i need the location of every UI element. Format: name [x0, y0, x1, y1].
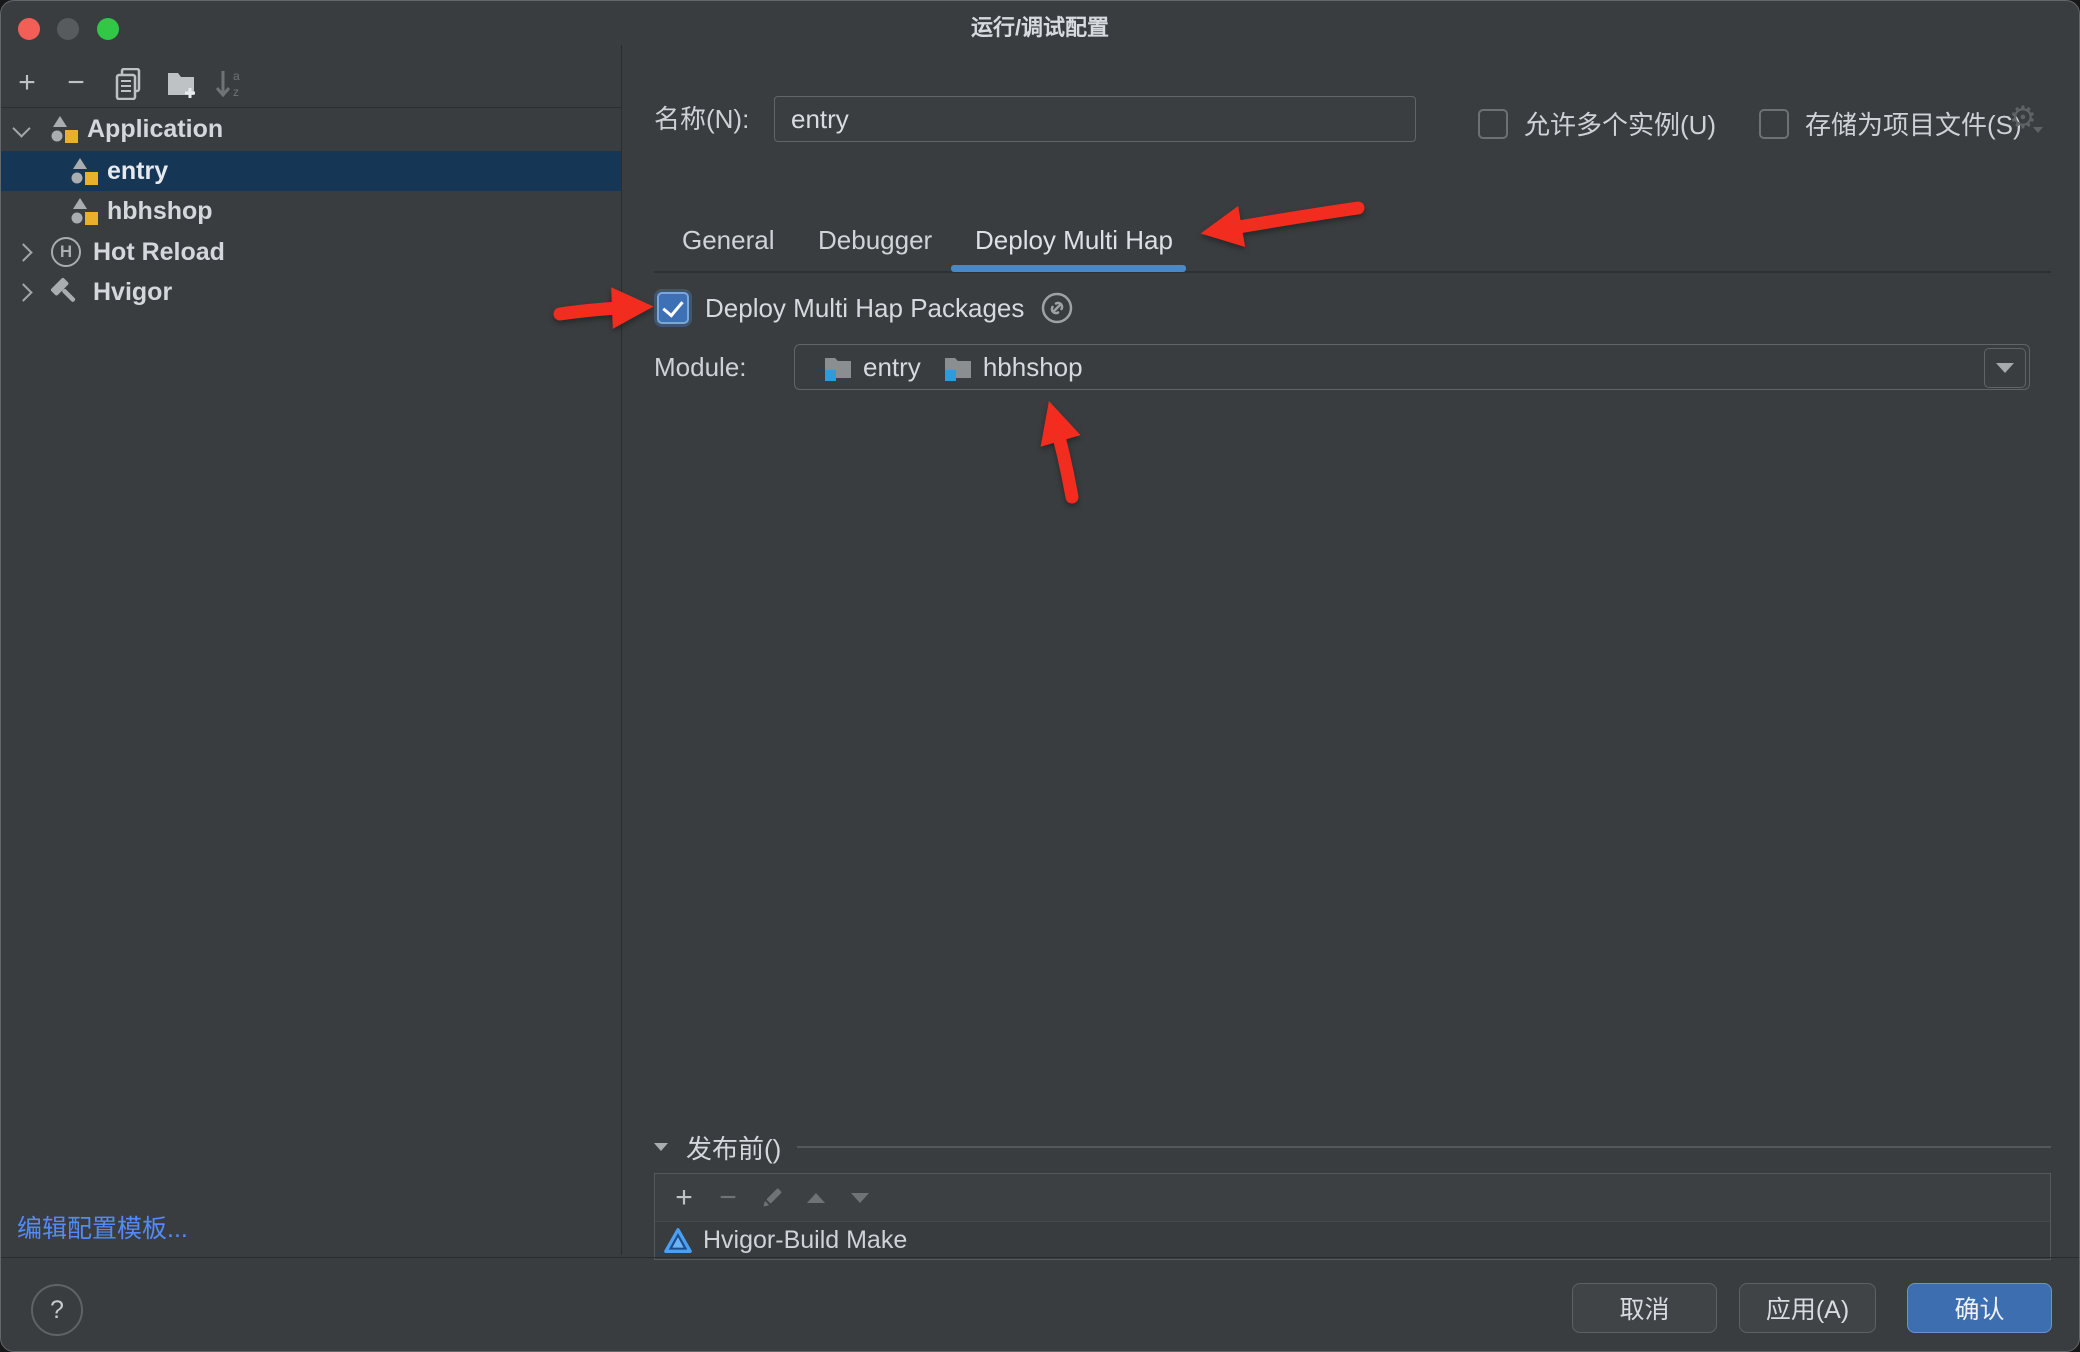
apply-button[interactable]: 应用(A): [1739, 1283, 1876, 1333]
hvigor-build-icon: [663, 1226, 693, 1256]
run-debug-config-dialog: 运行/调试配置 + − az Application entry hbhshop…: [0, 0, 2080, 1352]
store-as-project-file-label: 存储为项目文件(S): [1805, 105, 2022, 142]
edit-task-button[interactable]: [757, 1183, 787, 1213]
plus-icon: +: [675, 1181, 693, 1215]
new-folder-icon: [166, 69, 198, 99]
close-traffic-light[interactable]: [18, 18, 40, 40]
copy-icon: [114, 68, 144, 100]
zoom-traffic-light[interactable]: [97, 18, 119, 40]
tree-item-application[interactable]: Application: [1, 109, 621, 149]
svg-text:z: z: [233, 85, 239, 99]
tree-item-label: Hvigor: [93, 272, 172, 312]
add-configuration-button[interactable]: +: [10, 66, 44, 100]
store-as-project-file-option[interactable]: 存储为项目文件(S): [1759, 105, 2022, 142]
tree-item-label: hbhshop: [107, 191, 213, 231]
dialog-title: 运行/调试配置: [1, 1, 2079, 55]
sort-configurations-button[interactable]: az: [213, 67, 247, 101]
store-options-gear-button[interactable]: ⚙: [2009, 102, 2043, 133]
module-label: Module:: [654, 344, 747, 390]
help-button[interactable]: ?: [31, 1284, 83, 1336]
remove-configuration-button[interactable]: −: [59, 66, 93, 100]
allow-multiple-instances-label: 允许多个实例(U): [1524, 105, 1716, 142]
active-tab-underline: [951, 265, 1186, 272]
move-task-up-button[interactable]: [801, 1183, 831, 1213]
section-header-line: [797, 1146, 2051, 1148]
chevron-right-icon[interactable]: [14, 283, 32, 301]
footer-divider: [1, 1257, 2079, 1258]
tab-bar-divider: [654, 271, 2051, 273]
question-mark-icon: ?: [50, 1296, 64, 1325]
tab-debugger[interactable]: Debugger: [818, 209, 932, 271]
move-task-down-button[interactable]: [845, 1183, 875, 1213]
store-as-project-file-checkbox[interactable]: [1759, 109, 1789, 139]
before-launch-task-row[interactable]: Hvigor-Build Make: [655, 1222, 2050, 1259]
deploy-multi-hap-packages-label: Deploy Multi Hap Packages: [705, 293, 1024, 324]
triangle-up-icon: [807, 1193, 825, 1203]
triangle-down-icon: [851, 1193, 869, 1203]
svg-text:a: a: [233, 69, 240, 83]
module-item-hbhshop: hbhshop: [943, 352, 1083, 383]
help-link-icon[interactable]: [1040, 291, 1074, 325]
new-folder-button[interactable]: [165, 67, 199, 101]
hot-reload-letter: H: [60, 232, 72, 272]
cancel-button[interactable]: 取消: [1572, 1283, 1717, 1333]
task-label: Hvigor-Build Make: [703, 1226, 907, 1255]
tree-item-label: Application: [87, 109, 223, 149]
tab-general[interactable]: General: [682, 209, 775, 271]
minus-icon: −: [67, 66, 85, 100]
tree-item-label: Hot Reload: [93, 232, 225, 272]
application-icon: [71, 157, 99, 186]
hvigor-hammer-icon: [49, 276, 81, 308]
minimize-traffic-light[interactable]: [57, 18, 79, 40]
arrow-to-deploy-tab: [1215, 208, 1358, 231]
name-label: 名称(N):: [654, 96, 749, 142]
minus-icon: −: [719, 1181, 737, 1215]
checkmark-icon: [662, 295, 683, 317]
copy-configuration-button[interactable]: [112, 67, 146, 101]
hot-reload-icon: H: [51, 237, 81, 267]
module-combobox[interactable]: entry hbhshop: [794, 344, 2030, 390]
before-launch-section-header[interactable]: 发布前(): [654, 1132, 2051, 1162]
module-item-label: hbhshop: [983, 352, 1083, 383]
arrow-to-hbhshop-module: [1053, 415, 1072, 497]
before-launch-title: 发布前(): [686, 1129, 781, 1166]
sidebar-toolbar-divider: [1, 107, 621, 108]
gear-dropdown-arrow-icon: [2033, 127, 2043, 133]
application-icon: [71, 197, 99, 226]
add-task-button[interactable]: +: [669, 1183, 699, 1213]
deploy-multi-hap-packages-option[interactable]: Deploy Multi Hap Packages: [657, 291, 1074, 325]
before-launch-panel: + − Hvigor-Build Make: [654, 1173, 2051, 1260]
tree-item-entry[interactable]: entry: [1, 151, 621, 191]
tree-item-hot-reload[interactable]: H Hot Reload: [1, 232, 621, 272]
module-folder-icon: [943, 352, 973, 382]
application-icon: [51, 115, 79, 144]
section-collapse-icon[interactable]: [654, 1143, 668, 1151]
chevron-right-icon[interactable]: [14, 243, 32, 261]
chevron-down-icon: [1996, 363, 2014, 373]
tree-item-label: entry: [107, 151, 168, 191]
tree-item-hbhshop[interactable]: hbhshop: [1, 191, 621, 231]
edit-configuration-templates-link[interactable]: 编辑配置模板...: [17, 1209, 188, 1245]
allow-multiple-instances-option[interactable]: 允许多个实例(U): [1478, 105, 1716, 142]
tree-item-hvigor[interactable]: Hvigor: [1, 272, 621, 312]
pencil-icon: [759, 1185, 785, 1211]
chevron-down-icon[interactable]: [12, 119, 30, 137]
name-input[interactable]: [774, 96, 1416, 142]
module-item-entry: entry: [823, 352, 921, 383]
deploy-multi-hap-packages-checkbox[interactable]: [657, 292, 689, 324]
plus-icon: +: [18, 66, 36, 100]
sort-az-icon: az: [214, 69, 246, 99]
allow-multiple-instances-checkbox[interactable]: [1478, 109, 1508, 139]
module-dropdown-button[interactable]: [1984, 348, 2026, 388]
module-folder-icon: [823, 352, 853, 382]
confirm-button[interactable]: 确认: [1907, 1283, 2052, 1333]
tab-deploy-multi-hap[interactable]: Deploy Multi Hap: [975, 209, 1173, 271]
sidebar-divider: [621, 45, 622, 1255]
module-item-label: entry: [863, 352, 921, 383]
before-launch-toolbar: + −: [655, 1174, 2050, 1222]
remove-task-button[interactable]: −: [713, 1183, 743, 1213]
